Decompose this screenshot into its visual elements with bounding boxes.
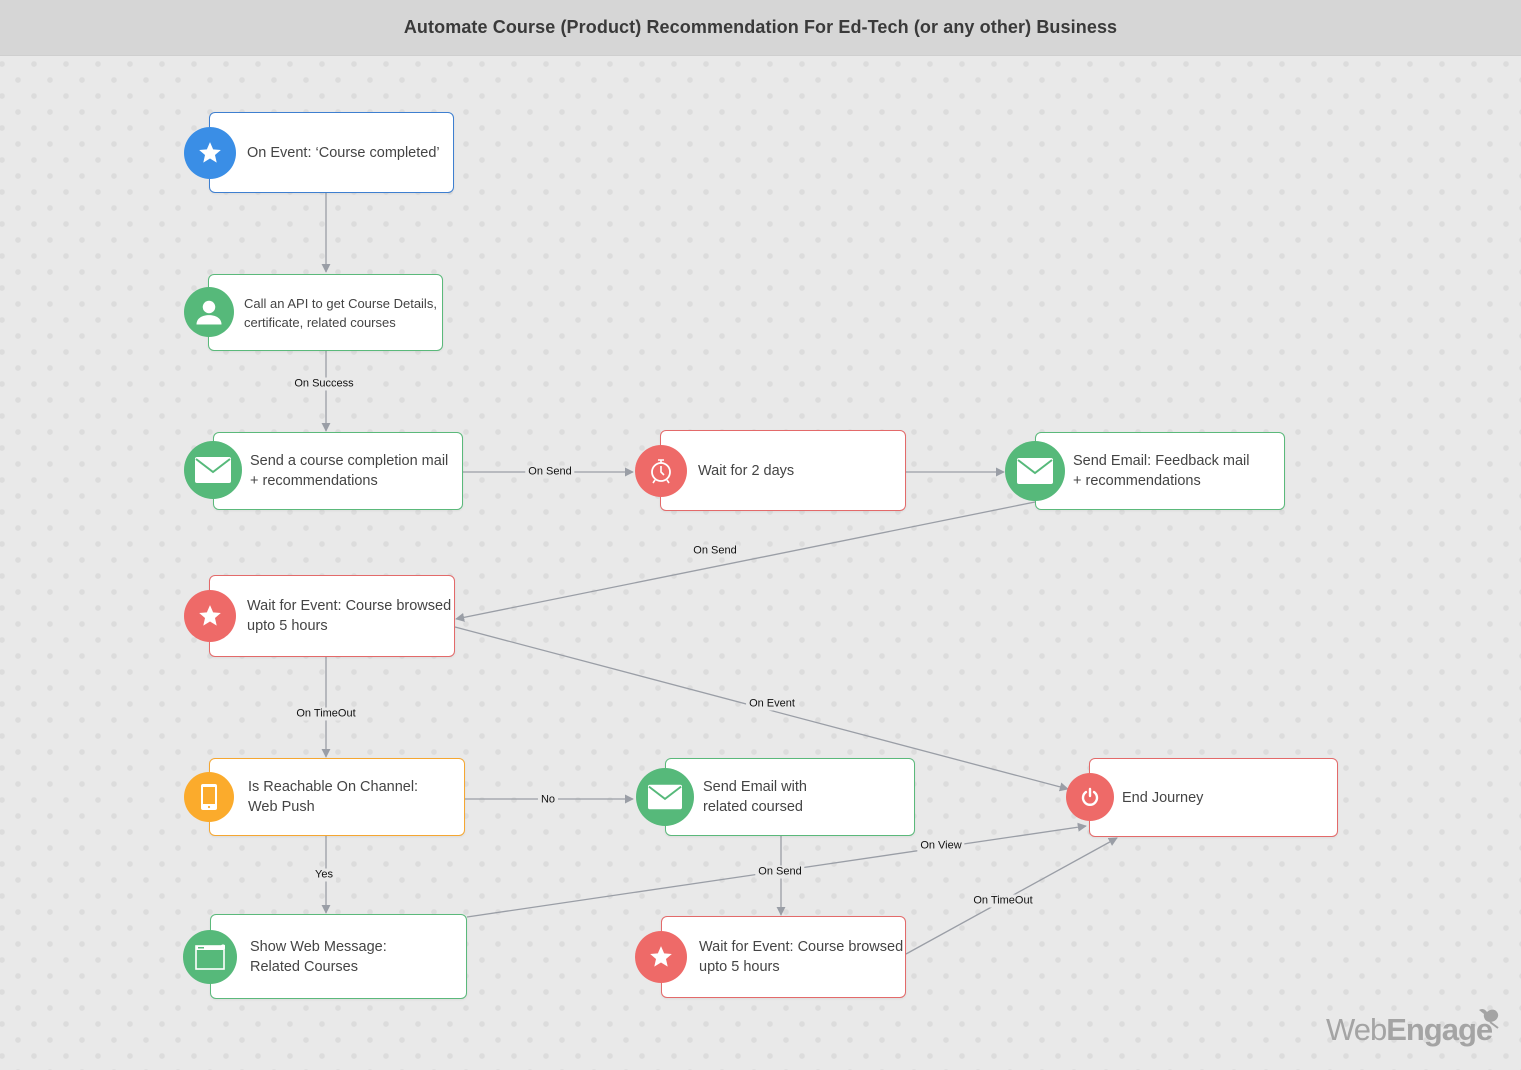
node-end-journey[interactable]: End Journey [1089,758,1338,837]
node-label: Show Web Message: Related Courses [250,938,387,975]
edge-n5-n6 [455,501,1036,622]
edge-label-on-event: On Event [746,697,798,711]
node-send-course-completion-mail[interactable]: Send a course completion mail + recommen… [213,432,463,510]
edge-label-on-timeout: On TimeOut [970,894,1036,908]
node-label: Send a course completion mail + recommen… [250,453,449,489]
browser-window-icon [183,930,237,984]
email-icon [184,441,242,499]
node-label: Wait for Event: Course browsed upto 5 ho… [247,598,452,634]
node-send-feedback-mail[interactable]: Send Email: Feedback mail + recommendati… [1035,432,1285,510]
node-label: Wait for 2 days [698,462,795,479]
node-label: Send Email: Feedback mail + recommendati… [1073,453,1250,489]
node-wait-for-event-course-browsed[interactable]: Wait for Event: Course browsed upto 5 ho… [209,575,455,657]
edge-label-on-send: On Send [525,465,575,479]
node-label: Is Reachable On Channel: Web Push [248,779,419,815]
edge-label-no: No [537,793,559,807]
email-icon [1005,441,1065,501]
node-call-api[interactable]: Call an API to get Course Details, certi… [208,274,443,351]
bird-icon [1479,1008,1499,1029]
edge-label-on-view: On View [917,839,965,853]
node-wait-for-event-course-browsed-2[interactable]: Wait for Event: Course browsed upto 5 ho… [661,916,906,998]
node-label: Send Email with related coursed [703,779,807,815]
node-wait-for-2-days[interactable]: Wait for 2 days [660,430,906,511]
star-icon [184,127,236,179]
alarm-clock-icon [635,445,687,497]
node-is-reachable-web-push[interactable]: Is Reachable On Channel: Web Push [209,758,465,836]
edge-label-on-send: On Send [755,865,805,879]
user-icon [184,287,234,337]
node-label: End Journey [1122,789,1204,806]
diagram-title: Automate Course (Product) Recommendation… [403,17,1118,37]
node-send-email-related-courses[interactable]: Send Email with related coursed [665,758,915,836]
edge-label-on-timeout: On TimeOut [293,707,359,721]
edge-label-on-send: On Send [690,544,740,558]
power-icon [1066,773,1114,821]
node-on-event-course-completed[interactable]: On Event: ‘Course completed’ [209,112,454,193]
node-label: Wait for Event: Course browsed upto 5 ho… [699,939,904,975]
edge-label-yes: Yes [312,868,336,882]
node-show-web-message[interactable]: Show Web Message: Related Courses [210,914,467,999]
node-label: On Event: ‘Course completed’ [247,144,440,161]
edge-label-on-success: On Success [291,377,357,391]
webengage-logo: WebEngage [1326,1008,1499,1048]
header-bar: Automate Course (Product) Recommendation… [0,0,1521,56]
email-icon [636,768,694,826]
mobile-icon [184,772,234,822]
star-icon [184,590,236,642]
logo-text-light: Web [1326,1012,1387,1047]
node-label: Call an API to get Course Details, certi… [244,295,437,330]
star-icon [635,931,687,983]
